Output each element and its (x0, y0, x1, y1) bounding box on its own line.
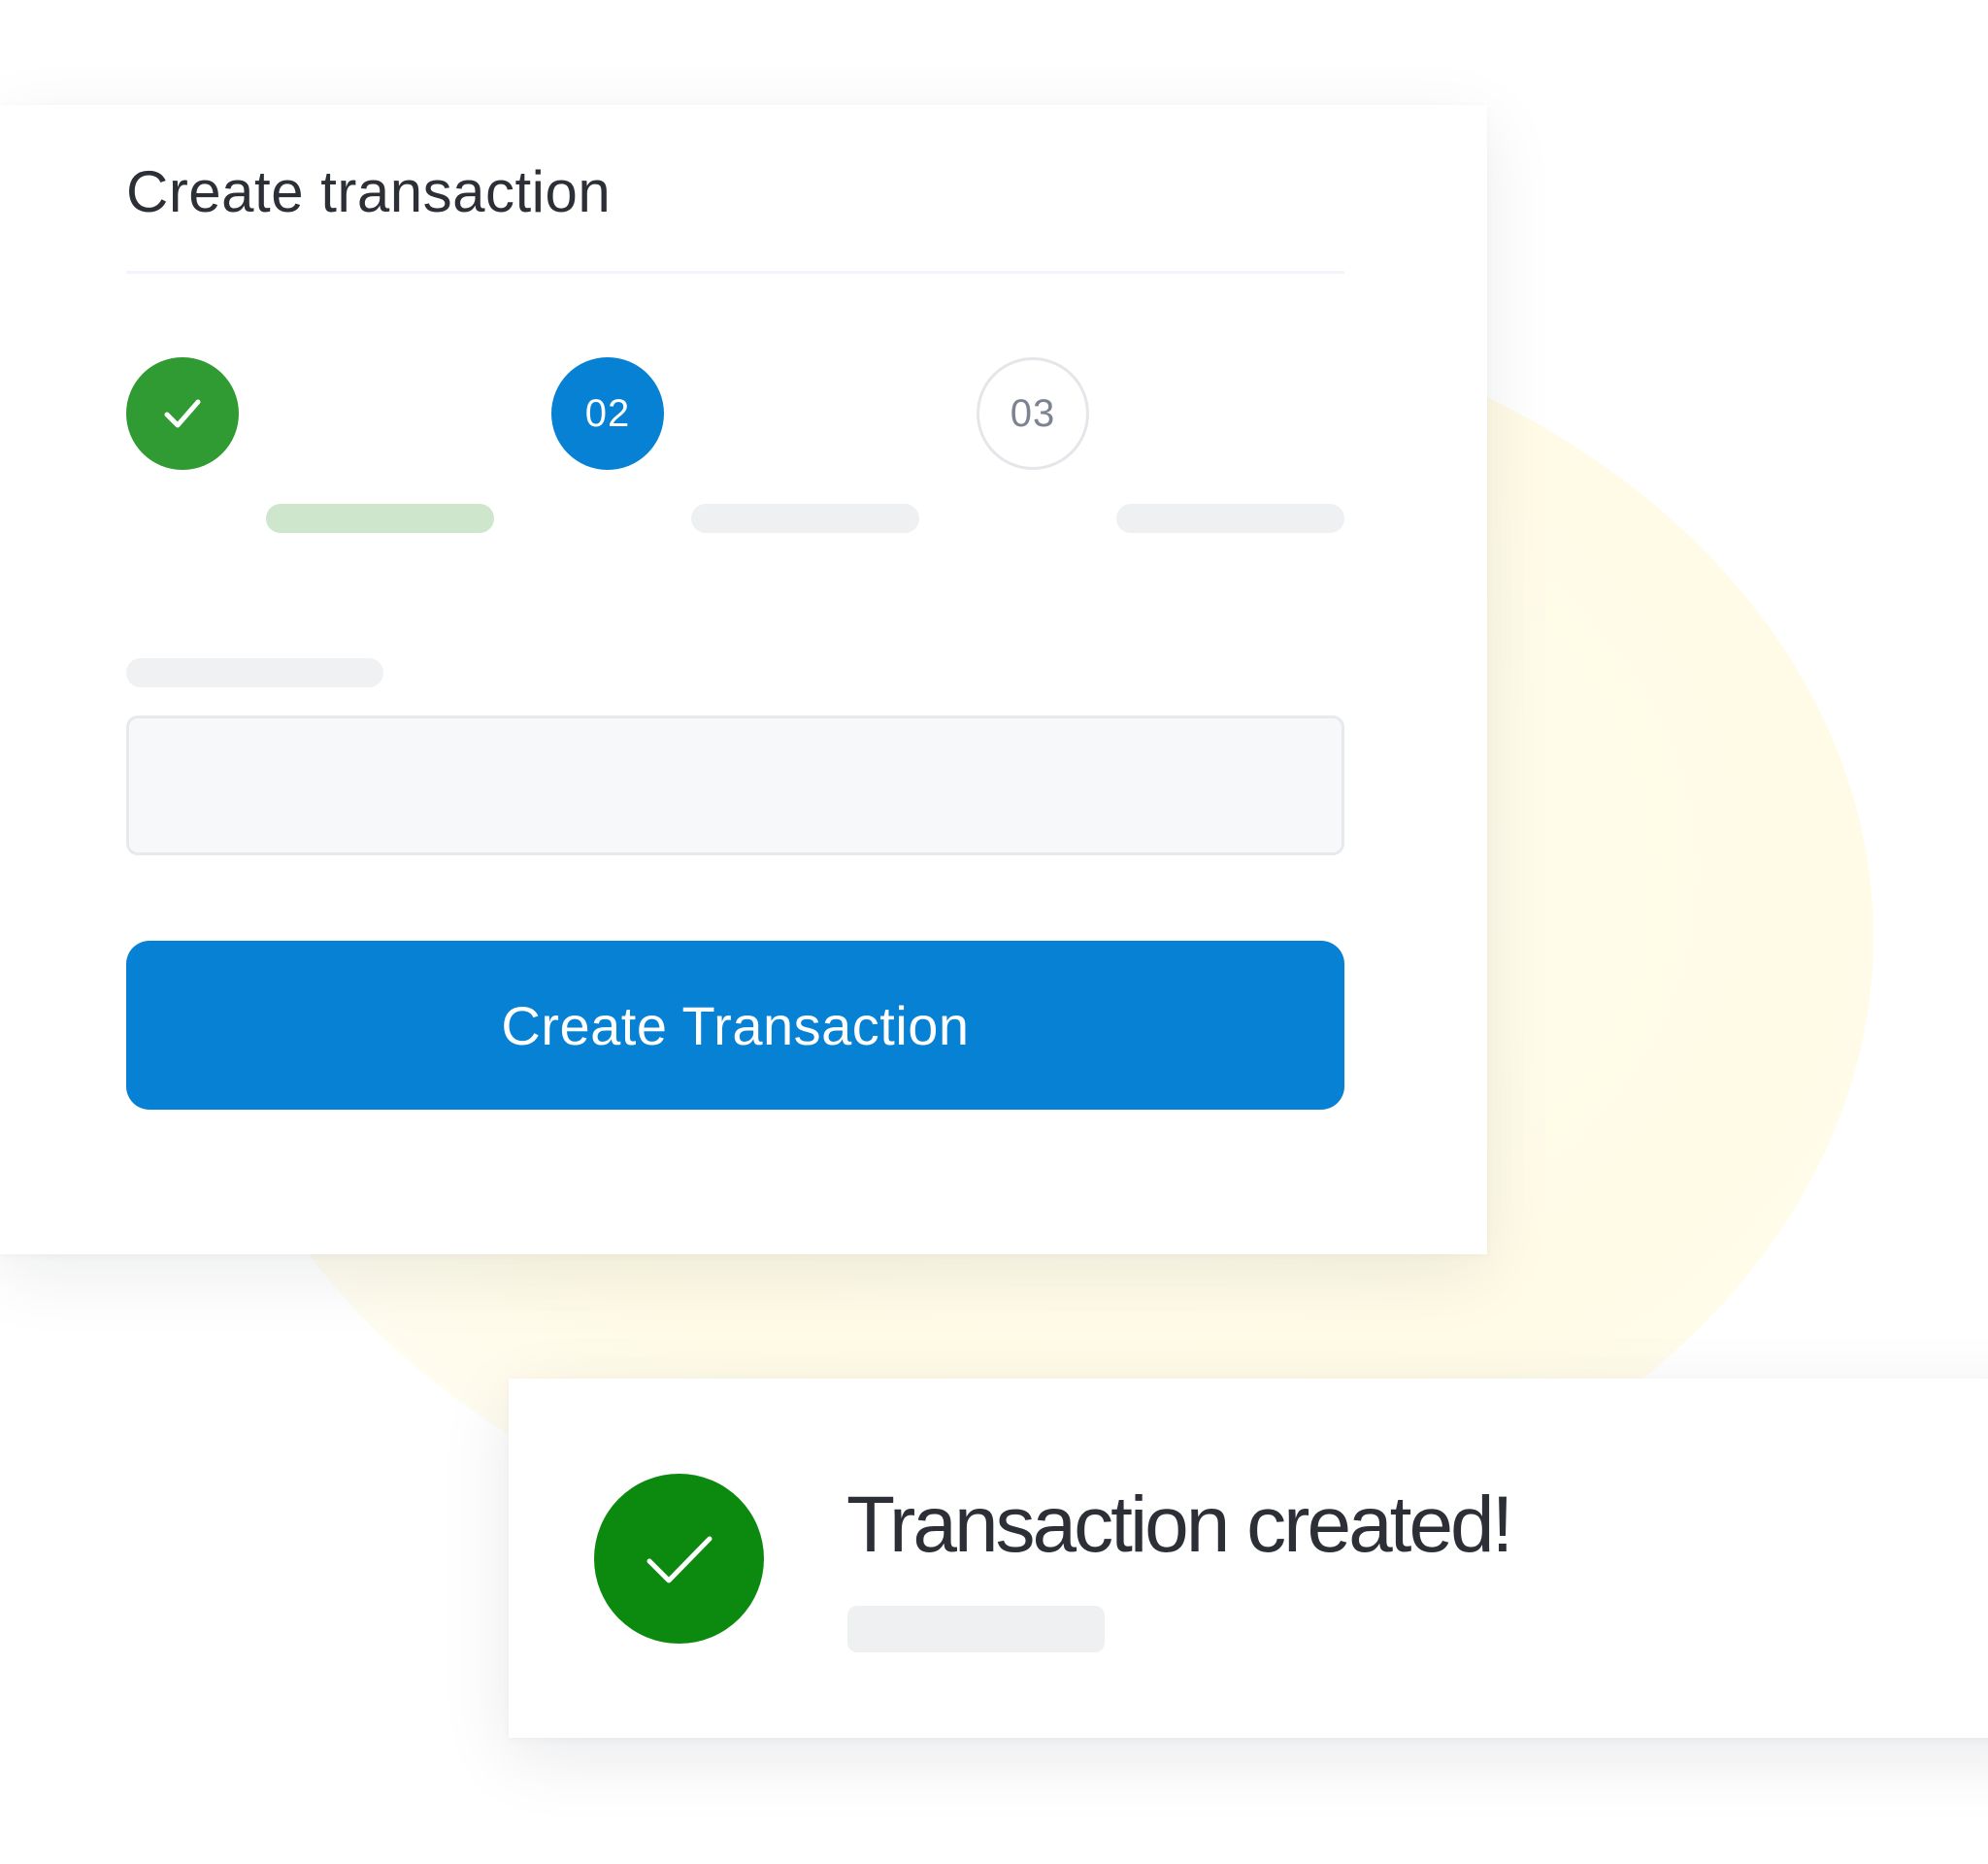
step-1-completed[interactable] (126, 357, 239, 470)
check-icon (646, 1536, 712, 1582)
toast-title: Transaction created! (846, 1481, 1513, 1569)
step-2-active[interactable]: 02 (551, 357, 664, 470)
card-title: Create transaction (126, 159, 612, 224)
create-transaction-button[interactable]: Create Transaction (126, 941, 1344, 1110)
check-icon (164, 399, 201, 428)
step-1-progress-bar (266, 504, 494, 533)
toast-success-icon (594, 1474, 764, 1644)
title-divider (126, 271, 1344, 274)
field-label-placeholder (126, 658, 383, 687)
toast-subtitle-placeholder (847, 1606, 1105, 1652)
step-2-progress-bar (691, 504, 919, 533)
transaction-input[interactable] (126, 716, 1344, 855)
step-2-number: 02 (584, 392, 631, 435)
step-3-pending[interactable]: 03 (977, 357, 1089, 470)
step-3-number: 03 (1010, 392, 1056, 435)
step-3-progress-bar (1116, 504, 1344, 533)
